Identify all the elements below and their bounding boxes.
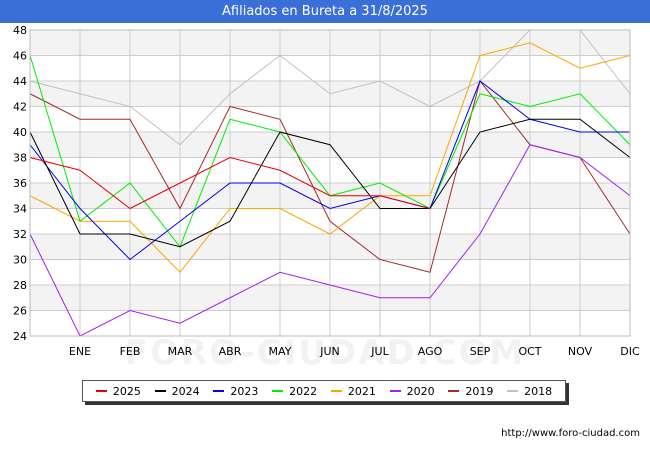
y-tick-label: 30 <box>13 254 27 267</box>
legend-item-2020: 2020 <box>389 384 435 398</box>
legend-item-2023: 2023 <box>213 385 258 398</box>
legend-swatch <box>95 390 107 392</box>
y-tick-label: 32 <box>13 228 27 241</box>
legend-swatch <box>389 390 401 392</box>
legend-item-2025: 2025 <box>95 384 141 398</box>
legend-swatch <box>154 390 166 392</box>
legend-label: 2025 <box>112 384 141 398</box>
legend-item-2018: 2018 <box>507 385 552 398</box>
y-tick-label: 36 <box>13 177 27 190</box>
y-tick-label: 34 <box>13 203 27 216</box>
y-tick-label: 26 <box>13 305 27 318</box>
legend-item-2019: 2019 <box>448 385 493 398</box>
y-tick-label: 44 <box>13 75 27 88</box>
legend-swatch <box>213 390 225 392</box>
legend-label: 2020 <box>406 384 435 398</box>
y-tick-label: 46 <box>13 50 27 63</box>
legend-label: 2024 <box>171 384 200 398</box>
legend-label: 2021 <box>347 384 376 398</box>
source-url: http://www.foro-ciudad.com <box>501 428 640 439</box>
legend-swatch <box>448 390 460 392</box>
y-tick-label: 42 <box>13 101 27 114</box>
legend-item-2022: 2022 <box>272 385 317 398</box>
y-tick-label: 40 <box>13 126 27 139</box>
legend-label: 2019 <box>465 384 494 398</box>
legend-item-2021: 2021 <box>330 384 376 398</box>
legend-swatch <box>272 390 284 392</box>
chart-title: Afiliados en Bureta a 31/8/2025 <box>222 4 428 19</box>
y-tick-label: 48 <box>13 24 27 37</box>
watermark: FORO-CIUDAD.COM <box>124 333 526 373</box>
legend-item-2024: 2024 <box>154 384 200 398</box>
y-tick-label: 28 <box>13 279 27 292</box>
y-tick-label: 38 <box>13 152 27 165</box>
legend-label: 2023 <box>230 384 259 398</box>
legend-label: 2018 <box>524 384 553 398</box>
legend-label: 2022 <box>289 384 318 398</box>
legend-swatch <box>330 390 342 392</box>
legend-swatch <box>507 390 519 392</box>
legend: 2025 2024 2023 2022 2021 2020 2019 2018 <box>82 380 566 402</box>
